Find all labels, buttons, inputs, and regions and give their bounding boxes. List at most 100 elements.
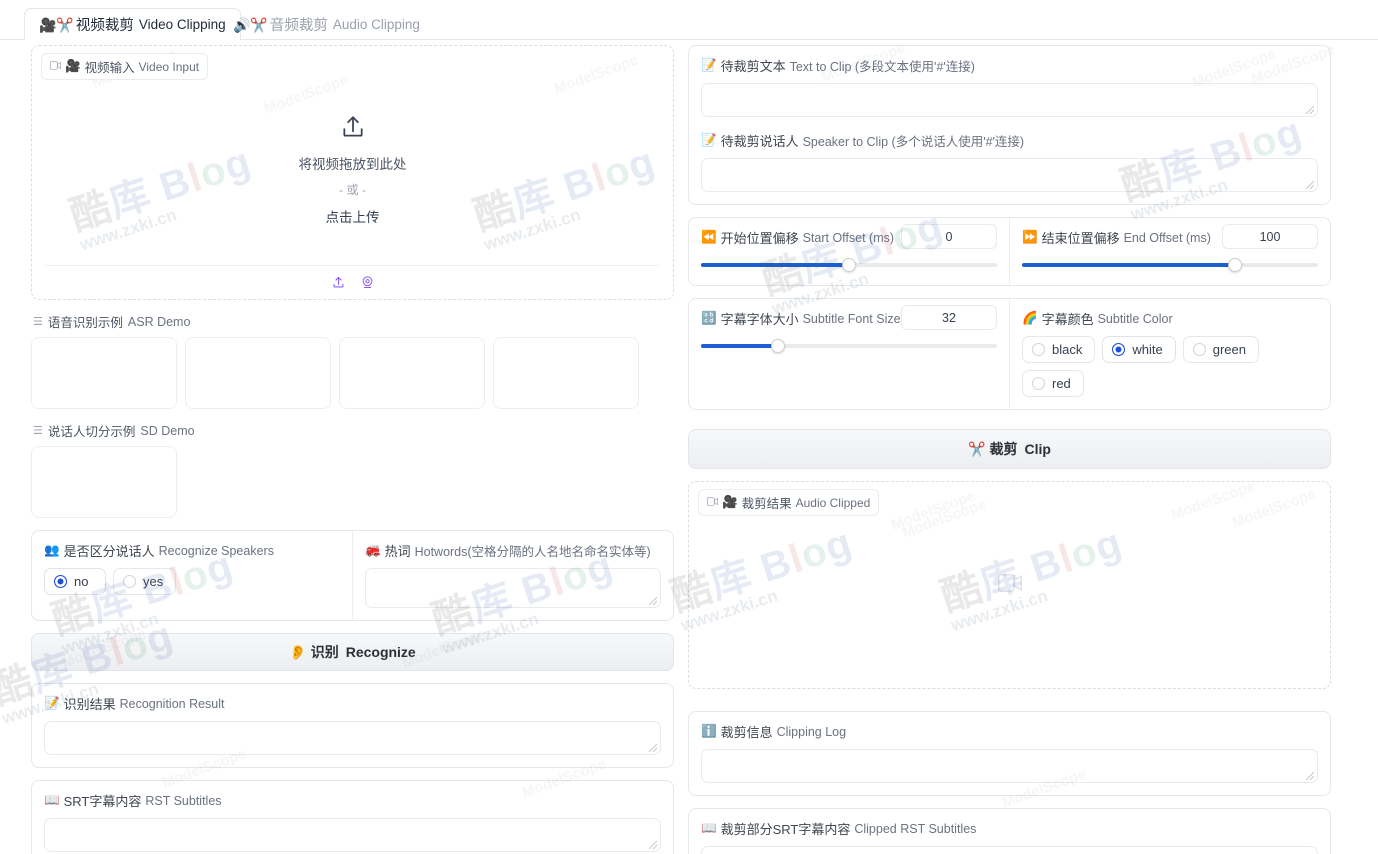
end-offset-cn: 结束位置偏移: [1041, 231, 1120, 246]
pencil-icon: 📝: [44, 696, 60, 711]
text-to-clip-en: Text to Clip (多段文本使用'#'连接): [789, 60, 975, 74]
asr-demo-cn: 语音识别示例: [47, 316, 123, 330]
video-input-label-chip: 🎥 视频输入 Video Input: [41, 53, 209, 80]
slider-knob[interactable]: [770, 339, 785, 353]
radio-speakers-no[interactable]: no: [44, 568, 106, 595]
webcam-icon[interactable]: [360, 275, 375, 290]
start-offset-cn: 开始位置偏移: [720, 231, 799, 246]
speaker-to-clip-en: Speaker to Clip (多个说话人使用'#'连接): [802, 135, 1025, 149]
start-offset-value[interactable]: 0: [901, 224, 997, 249]
video-camera-scissors-icon: 🎥✂️: [39, 16, 74, 33]
pencil-icon: 📝: [701, 58, 717, 73]
end-offset-slider[interactable]: [1022, 257, 1318, 273]
clipping-log-textarea[interactable]: [701, 749, 1318, 783]
dropzone-click-upload-text: 点击上传: [325, 209, 380, 225]
asr-demo-cell[interactable]: [493, 337, 639, 409]
video-chip-camera-icon: [50, 60, 61, 73]
video-placeholder-icon: [997, 573, 1022, 597]
recognize-options-group: 👥 是否区分说话人 Recognize Speakers no yes 🚒 热词…: [31, 530, 674, 621]
slider-fill: [701, 344, 778, 348]
hotwords-label: 🚒 热词 Hotwords(空格分隔的人名地名命名实体等): [365, 541, 661, 560]
watermark: ModelScope: [888, 487, 978, 534]
hotwords-cell: 🚒 热词 Hotwords(空格分隔的人名地名命名实体等): [352, 531, 673, 620]
dropzone-drag-text: 将视频拖放到此处: [298, 156, 407, 172]
tab-audio-clipping-cn: 音频裁剪: [269, 18, 328, 34]
asr-demo-cell[interactable]: [339, 337, 485, 409]
recognize-speakers-radios: no yes: [44, 568, 340, 595]
recognize-button-cn: 识别: [310, 644, 339, 660]
radio-speakers-no-label: no: [74, 574, 89, 589]
speaker-to-clip-textarea[interactable]: [701, 158, 1318, 192]
recognize-button[interactable]: 👂 识别 Recognize: [31, 633, 674, 671]
radio-color-white-label: white: [1132, 342, 1163, 357]
asr-demo-row: [31, 337, 674, 409]
speaker-to-clip-label: 📝 待裁剪说话人 Speaker to Clip (多个说话人使用'#'连接): [701, 131, 1318, 150]
radio-color-white[interactable]: white: [1102, 336, 1176, 363]
asr-demo-en: ASR Demo: [127, 314, 191, 329]
sd-demo-en: SD Demo: [140, 423, 195, 438]
slider-fill: [701, 263, 849, 267]
recognition-result-textarea[interactable]: [44, 721, 661, 755]
rainbow-icon: 🌈: [1022, 311, 1038, 326]
right-column: 📝 待裁剪文本 Text to Clip (多段文本使用'#'连接) 📝 待裁剪…: [666, 39, 1338, 854]
tab-video-clipping[interactable]: 🎥✂️ 视频裁剪 Video Clipping: [24, 8, 241, 41]
end-offset-value[interactable]: 100: [1222, 224, 1318, 249]
ear-icon: 👂: [289, 643, 307, 660]
slider-knob[interactable]: [1228, 258, 1243, 272]
srt-subtitles-textarea[interactable]: [44, 818, 661, 852]
clip-button-en: Clip: [1024, 441, 1051, 457]
subtitle-color-cell: 🌈 字幕颜色 Subtitle Color black white green …: [1009, 299, 1330, 409]
subtitle-color-label: 🌈 字幕颜色 Subtitle Color: [1022, 309, 1318, 328]
radio-dot-icon: [123, 575, 136, 588]
tab-audio-clipping[interactable]: 🔊✂️ 音频裁剪 Audio Clipping: [218, 8, 435, 40]
pencil-icon: 📝: [701, 133, 717, 148]
clip-button[interactable]: ✂️ 裁剪 Clip: [688, 429, 1331, 469]
dropzone-or-text: - 或 -: [339, 182, 366, 197]
asr-demo-cell[interactable]: [185, 337, 331, 409]
tab-audio-clipping-en: Audio Clipping: [332, 17, 420, 32]
radio-speakers-yes[interactable]: yes: [113, 568, 177, 595]
clipped-chip-camera-icon: [707, 496, 718, 509]
subtitle-font-size-cell: 🔡 字幕字体大小 Subtitle Font Size 32: [689, 299, 1009, 409]
sd-demo-cell[interactable]: [31, 446, 177, 518]
end-offset-en: End Offset (ms): [1123, 230, 1211, 245]
abc-icon: 🔡: [701, 311, 717, 326]
book-icon: 📖: [701, 821, 717, 836]
dropzone-content: 将视频拖放到此处 - 或 - 点击上传: [46, 76, 659, 263]
hotwords-input[interactable]: [365, 568, 661, 608]
recognize-speakers-cn: 是否区分说话人: [63, 544, 155, 559]
subtitle-font-size-value[interactable]: 32: [901, 305, 997, 330]
recognition-result-en: Recognition Result: [119, 696, 225, 711]
fire-engine-icon: 🚒: [365, 543, 381, 558]
radio-dot-icon: [1032, 343, 1045, 356]
book-icon: 📖: [44, 793, 60, 808]
audio-clipped-chip-en: Audio Clipped: [795, 495, 871, 510]
radio-color-red[interactable]: red: [1022, 370, 1084, 397]
radio-color-black[interactable]: black: [1022, 336, 1096, 363]
asr-demo-cell[interactable]: [31, 337, 177, 409]
radio-dot-icon: [1032, 377, 1045, 390]
slider-knob[interactable]: [842, 258, 856, 272]
list-icon: ☰: [33, 316, 43, 328]
text-to-clip-textarea[interactable]: [701, 83, 1318, 117]
audio-clipped-chip-cn: 裁剪结果: [741, 497, 792, 511]
subtitle-color-en: Subtitle Color: [1097, 311, 1173, 326]
recognize-speakers-cell: 👥 是否区分说话人 Recognize Speakers no yes: [32, 531, 352, 620]
clipping-log-panel: ℹ️ 裁剪信息 Clipping Log: [688, 711, 1331, 796]
upload-file-icon[interactable]: [331, 275, 346, 290]
video-input-dropzone[interactable]: 🎥 视频输入 Video Input 将视频拖放到此处 - 或 - 点击上传 酷…: [31, 45, 674, 300]
start-offset-slider[interactable]: [701, 257, 997, 273]
radio-dot-icon: [1192, 343, 1206, 356]
clipped-srt-textarea[interactable]: [701, 846, 1318, 854]
video-clipping-app: 🎥✂️ 视频裁剪 Video Clipping 🔊✂️ 音频裁剪 Audio C…: [0, 0, 1378, 854]
hotwords-en: Hotwords(空格分隔的人名地名命名实体等): [414, 545, 651, 559]
subtitle-font-size-slider[interactable]: [701, 338, 997, 354]
rewind-icon: ⏪: [701, 230, 717, 245]
recognize-speakers-en: Recognize Speakers: [158, 543, 274, 558]
slider-fill: [1022, 263, 1236, 267]
radio-dot-icon: [1112, 343, 1126, 356]
radio-color-black-label: black: [1052, 342, 1083, 357]
radio-color-red-label: red: [1052, 376, 1071, 391]
watermark: 酷库 Blog www.zxki.cn: [665, 520, 858, 636]
radio-color-green[interactable]: green: [1182, 336, 1259, 363]
